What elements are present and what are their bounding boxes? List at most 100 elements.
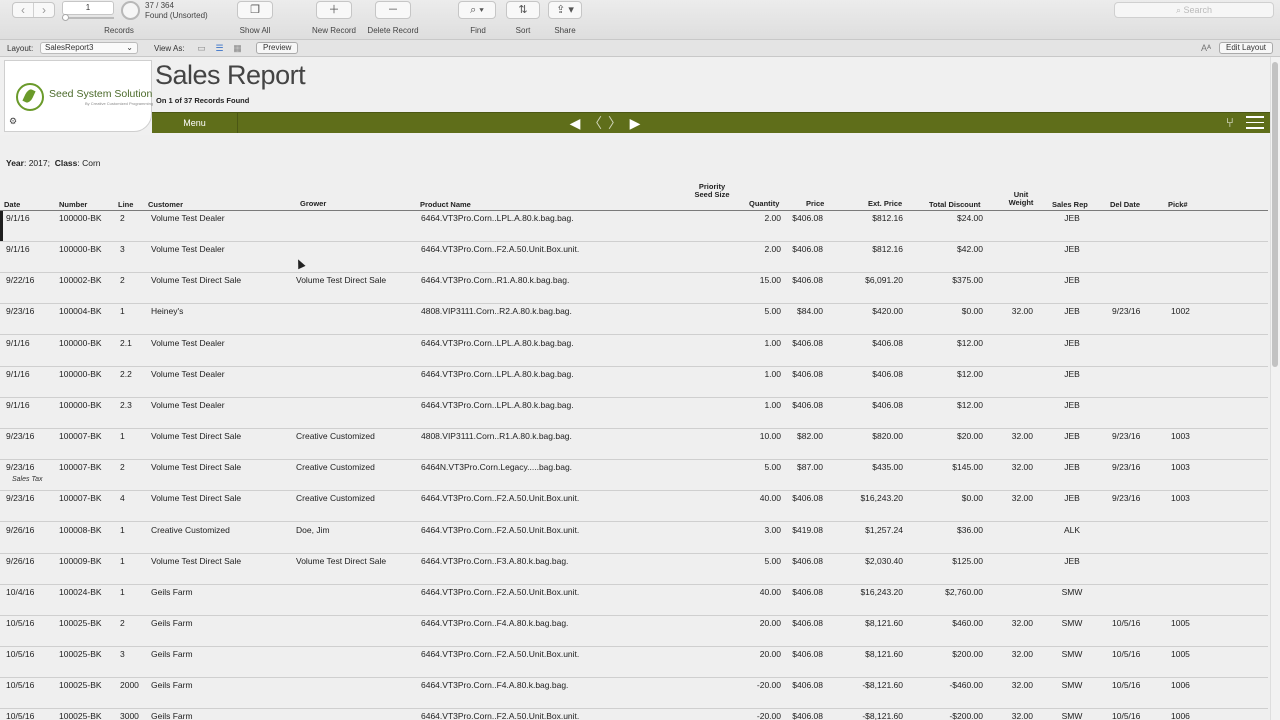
table-row[interactable]: 10/5/16 100025-BK 2 Geils Farm 6464.VT3Pro.C…: [0, 616, 1268, 647]
search-input[interactable]: ⌕ Search: [1114, 2, 1274, 18]
cell-line: 2: [120, 213, 125, 223]
cell-disc: $0.00: [961, 493, 983, 504]
table-row[interactable]: 10/5/16 100025-BK 2000 Geils Farm 6464.VT3Pr…: [0, 678, 1268, 710]
table-row[interactable]: 9/23/16 100007-BK 2 Volume Test Direct Sale…: [0, 460, 1268, 492]
table-row[interactable]: 9/23/16 100004-BK 1 Heiney's 4808.VIP3111.Co…: [0, 304, 1268, 336]
table-row[interactable]: 9/1/16 100000-BK 3 Volume Test Dealer 6464.V…: [0, 242, 1268, 274]
cell-date: 9/23/16: [6, 306, 35, 317]
cell-qty: 5.00: [764, 306, 781, 317]
table-row[interactable]: 9/26/16 100008-BK 1 Creative Customized Doe,…: [0, 523, 1268, 554]
cell-date: 9/1/16: [6, 244, 30, 255]
filter-icon[interactable]: ⑂: [1226, 115, 1234, 130]
cell-number: 100009-BK: [59, 555, 102, 566]
table-row[interactable]: 9/23/16 100007-BK 1 Volume Test Direct Sale…: [0, 429, 1268, 461]
cell-product: 6464.VT3Pro.Corn..F2.A.50.Unit.Box.unit.: [421, 524, 580, 535]
cell-ext: $420.00: [872, 306, 903, 317]
chevron-right-icon[interactable]: ›: [34, 3, 54, 17]
cell-customer: Volume Test Direct Sale: [151, 493, 242, 504]
last-record-icon[interactable]: ▶: [628, 113, 642, 133]
gear-icon[interactable]: ⚙: [9, 116, 17, 127]
previous-record-icon[interactable]: 〈: [588, 113, 602, 133]
new-record-button[interactable]: ＋: [316, 1, 352, 19]
cell-disc: $12.00: [957, 399, 983, 410]
table-row[interactable]: 9/1/16 100000-BK 2.1 Volume Test Dealer 6464…: [0, 336, 1268, 367]
cell-price: $406.08: [792, 711, 823, 720]
cell-pick: 1005: [1171, 617, 1190, 628]
minus-icon: －: [387, 4, 399, 16]
layout-select[interactable]: SalesReport3 ⌄: [40, 42, 138, 54]
cell-rep: JEB: [1064, 306, 1080, 317]
first-record-icon[interactable]: ◀: [568, 113, 582, 133]
cell-line: 1: [120, 306, 125, 317]
year-label: Year: [6, 158, 24, 168]
cell-customer: Geils Farm: [151, 617, 193, 628]
record-slider-track[interactable]: [62, 17, 114, 19]
cell-qty: 10.00: [759, 431, 781, 442]
preview-button[interactable]: Preview: [256, 42, 299, 54]
cell-ext: $435.00: [872, 462, 903, 473]
magnifier-icon: ⌕ ▾: [470, 4, 484, 16]
cell-date: 9/1/16: [6, 368, 30, 379]
table-row[interactable]: 10/5/16 100025-BK 3000 Geils Farm 6464.VT3Pr…: [0, 709, 1268, 720]
table-row[interactable]: 9/1/16 100000-BK 2.3 Volume Test Dealer 6464…: [0, 398, 1268, 429]
list-view-icon[interactable]: ☰: [213, 43, 226, 53]
menu-button[interactable]: Menu: [152, 113, 238, 133]
table-row[interactable]: 9/22/16 100002-BK 2 Volume Test Direct Sale…: [0, 273, 1268, 305]
cell-price: $406.08: [792, 399, 823, 410]
cell-price: $84.00: [797, 306, 823, 317]
cell-qty: 20.00: [759, 649, 781, 660]
cell-weight: 32.00: [1011, 462, 1033, 473]
cell-pick: 1003: [1171, 462, 1190, 473]
cell-date: 9/26/16: [6, 524, 35, 535]
cell-price: $406.08: [792, 617, 823, 628]
table-row[interactable]: 10/4/16 100024-BK 1 Geils Farm 6464.VT3Pro.C…: [0, 585, 1268, 616]
share-button[interactable]: ⇪ ▾: [548, 1, 582, 19]
cell-weight: 32.00: [1011, 649, 1033, 660]
record-slider-handle[interactable]: [62, 14, 69, 21]
font-size-icon[interactable]: Aᴬ: [1201, 43, 1211, 53]
chevron-left-icon[interactable]: ‹: [13, 3, 34, 17]
cell-date: 9/26/16: [6, 555, 35, 566]
cell-pick: 1002: [1171, 306, 1190, 317]
table-row[interactable]: 9/1/16 100000-BK 2 Volume Test Dealer 6464.V…: [0, 211, 1268, 242]
table-row[interactable]: 9/26/16 100009-BK 1 Volume Test Direct Sale…: [0, 554, 1268, 585]
cell-qty: 2.00: [764, 213, 781, 223]
hamburger-menu-icon[interactable]: [1246, 116, 1264, 130]
cell-line: 1: [120, 555, 125, 566]
current-record-input[interactable]: 1: [62, 1, 114, 15]
cell-customer: Volume Test Dealer: [151, 368, 225, 379]
cell-number: 100004-BK: [59, 306, 102, 317]
sort-button[interactable]: ⇅: [506, 1, 540, 19]
cell-date: 9/22/16: [6, 275, 35, 286]
next-record-icon[interactable]: 〉: [608, 113, 622, 133]
cell-disc: $12.00: [957, 337, 983, 348]
scrollbar-thumb[interactable]: [1272, 62, 1278, 367]
delete-record-button[interactable]: －: [375, 1, 411, 19]
cell-line: 2: [120, 617, 125, 628]
cell-weight: 32.00: [1011, 617, 1033, 628]
show-all-button[interactable]: ❐: [237, 1, 273, 19]
edit-layout-button[interactable]: Edit Layout: [1219, 42, 1274, 54]
records-found-status: On 1 of 37 Records Found: [156, 96, 250, 105]
cell-line: 2: [120, 275, 125, 286]
cell-grower: Volume Test Direct Sale: [296, 275, 387, 286]
layout-bar: Layout: SalesReport3 ⌄ View As: ▭ ☰ ▦ Pr…: [0, 40, 1280, 57]
cell-pick: 1006: [1171, 711, 1190, 720]
cell-rep: JEB: [1064, 244, 1080, 255]
table-row[interactable]: 9/23/16 100007-BK 4 Volume Test Direct Sale…: [0, 491, 1268, 523]
table-view-icon[interactable]: ▦: [231, 43, 244, 53]
cell-date: 10/5/16: [6, 711, 35, 720]
form-view-icon[interactable]: ▭: [195, 43, 208, 53]
cell-customer: Geils Farm: [151, 680, 193, 691]
cell-line: 1: [120, 524, 125, 535]
cell-product: 4808.VIP3111.Corn..R1.A.80.k.bag.bag.: [421, 431, 572, 442]
cell-customer: Volume Test Direct Sale: [151, 275, 242, 286]
cell-product: 6464.VT3Pro.Corn..F2.A.50.Unit.Box.unit.: [421, 711, 580, 720]
cell-price: $406.08: [792, 275, 823, 286]
find-button[interactable]: ⌕ ▾: [458, 1, 496, 19]
table-row[interactable]: 9/1/16 100000-BK 2.2 Volume Test Dealer 6464…: [0, 367, 1268, 398]
records-label: Records: [104, 26, 134, 35]
table-row[interactable]: 10/5/16 100025-BK 3 Geils Farm 6464.VT3Pro.C…: [0, 647, 1268, 679]
cell-weight: 32.00: [1011, 431, 1033, 442]
cell-line: 2000: [120, 680, 139, 691]
